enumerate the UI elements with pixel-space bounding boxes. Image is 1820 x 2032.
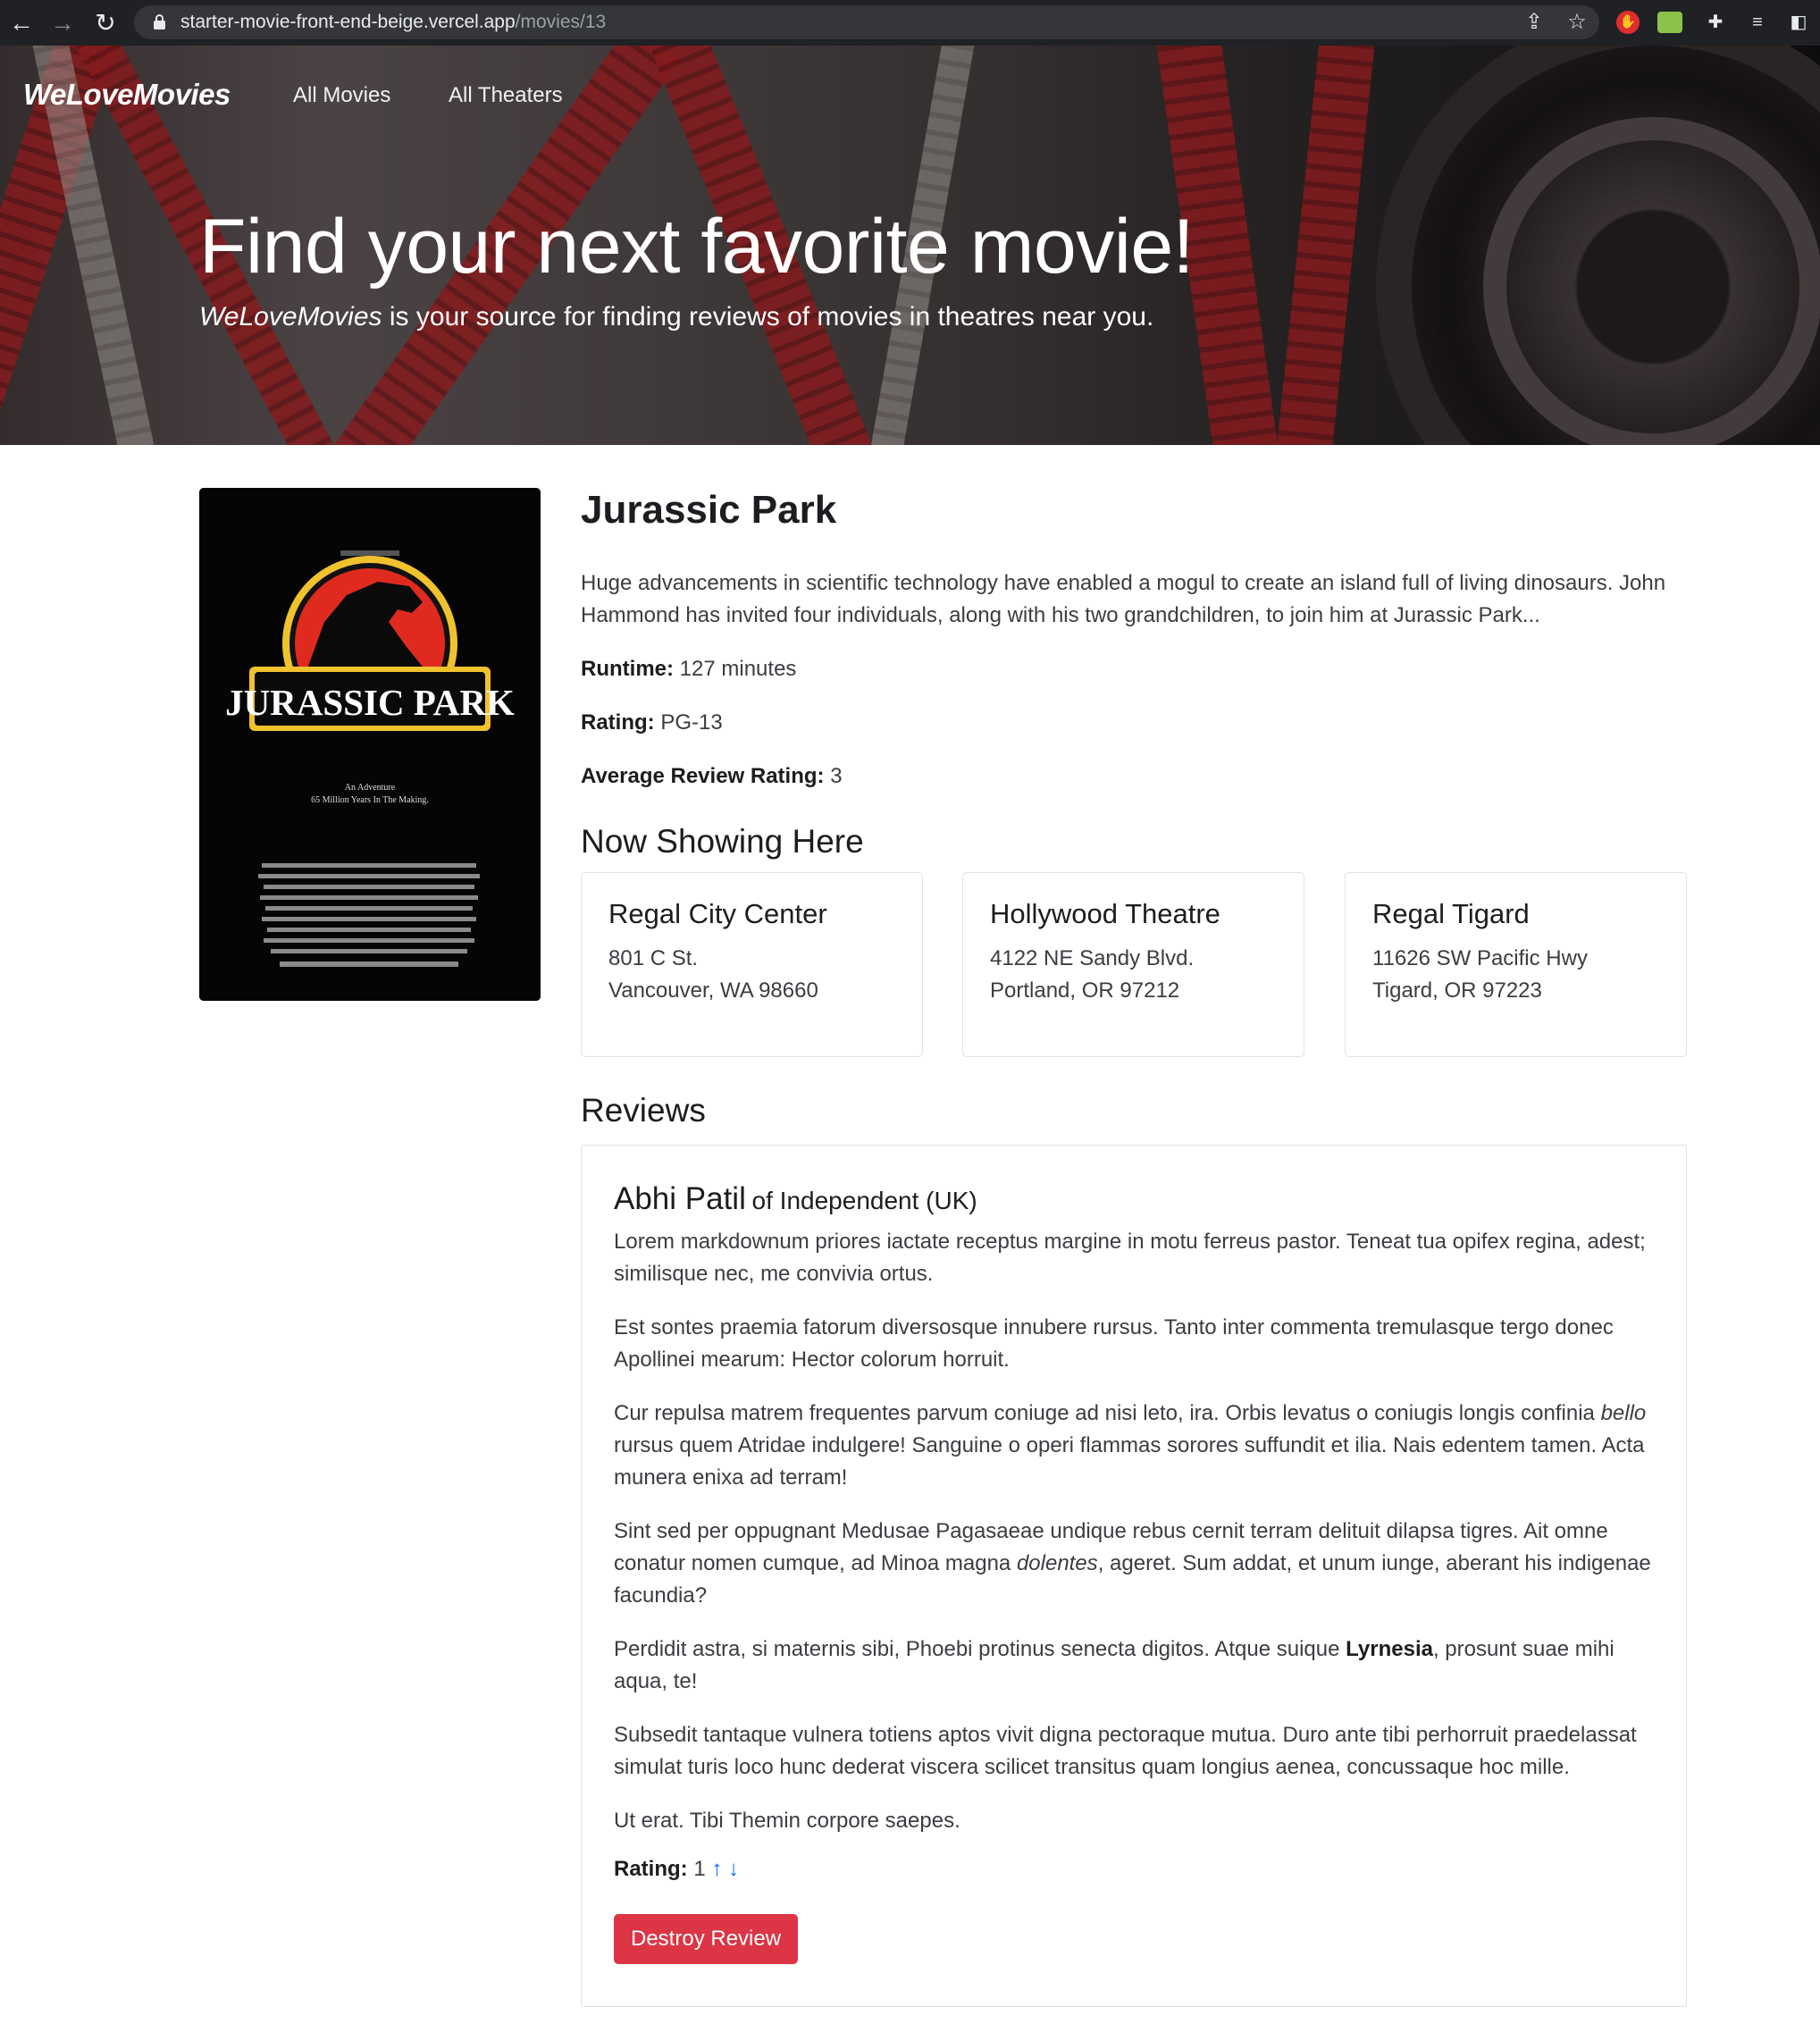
critic-organization: of Independent (UK) [751,1187,977,1214]
review-paragraph: Subsedit tantaque vulnera totiens aptos … [614,1723,1637,1779]
theater-card: Regal City Center 801 C St. Vancouver, W… [581,872,923,1057]
now-showing-heading: Now Showing Here [581,823,864,860]
theater-address-line2: Tigard, OR 97223 [1372,978,1542,1003]
puzzle-extensions-icon[interactable]: ✚ [1702,9,1729,36]
poster-tagline-1: An Adventure [345,783,396,793]
destroy-review-button[interactable]: Destroy Review [614,1914,799,1964]
media-queue-icon[interactable]: ≡ [1744,9,1771,36]
brand-logo[interactable]: WeLoveMovies [23,78,231,112]
nav-link-all-movies[interactable]: All Movies [293,83,390,108]
movie-description: Huge advancements in scientific technolo… [581,571,1666,627]
review-paragraph: Lorem markdownum priores iactate receptu… [614,1230,1646,1286]
share-icon[interactable]: ⇪ [1521,9,1547,36]
review-rating: Rating: 1 ↑ ↓ [614,1857,740,1881]
rating-field: Rating: PG-13 [581,710,723,735]
average-rating-field: Average Review Rating: 3 [581,764,843,788]
poster-logo-text: JURASSIC PARK [225,682,515,723]
review-paragraph: Est sontes praemia fatorum diversosque i… [614,1315,1614,1372]
upvote-arrow-icon[interactable]: ↑ [711,1857,722,1881]
extension-icon[interactable] [1657,12,1682,33]
reload-icon[interactable]: ↻ [89,7,122,39]
theater-name: Regal City Center [608,898,827,929]
hero-subtitle: WeLoveMovies is your source for finding … [199,302,1154,332]
downvote-arrow-icon[interactable]: ↓ [728,1857,739,1881]
forward-arrow-icon[interactable]: → [46,7,79,39]
theater-card: Regal Tigard 11626 SW Pacific Hwy Tigard… [1345,872,1687,1057]
runtime-field: Runtime: 127 minutes [581,657,797,681]
url-text: starter-movie-front-end-beige.vercel.app… [180,12,607,32]
review-paragraph: Perdidit astra, si maternis sibi, Phoebi… [614,1637,1615,1693]
reviews-heading: Reviews [581,1092,706,1129]
critic-byline: Abhi Patil of Independent (UK) [614,1181,1654,1217]
theater-card: Hollywood Theatre 4122 NE Sandy Blvd. Po… [962,872,1304,1057]
theater-address-line1: 801 C St. [608,946,699,970]
address-bar[interactable]: starter-movie-front-end-beige.vercel.app… [134,5,1599,39]
review-paragraph: Cur repulsa matrem frequentes parvum con… [614,1401,1647,1490]
movie-poster: JURASSIC PARK An Adventure 65 Million Ye… [199,488,541,1001]
review-card: Abhi Patil of Independent (UK) Lorem mar… [581,1145,1687,2007]
review-paragraph: Ut erat. Tibi Themin corpore saepes. [614,1809,960,1833]
theater-address-line2: Portland, OR 97212 [990,978,1180,1003]
review-paragraph: Sint sed per oppugnant Medusae Pagasaeae… [614,1519,1651,1608]
adblock-extension-icon[interactable]: ✋ [1616,11,1640,34]
hero-title: Find your next favorite movie! [199,204,1195,290]
theater-address-line2: Vancouver, WA 98660 [608,978,818,1003]
poster-tagline-2: 65 Million Years In The Making. [311,795,429,805]
lock-icon [154,14,165,29]
critic-name: Abhi Patil [614,1181,746,1216]
theater-name: Regal Tigard [1372,898,1530,929]
side-panel-icon[interactable]: ◧ [1785,9,1812,36]
jurassic-park-poster-art: JURASSIC PARK An Adventure 65 Million Ye… [199,488,541,1001]
hero-banner: WeLoveMovies All Movies All Theaters Fin… [0,46,1820,445]
nav-link-all-theaters[interactable]: All Theaters [449,83,563,108]
movie-title: Jurassic Park [581,488,837,532]
back-arrow-icon[interactable]: ← [5,7,38,39]
browser-toolbar: ← → ↻ starter-movie-front-end-beige.verc… [0,0,1820,46]
bookmark-star-icon[interactable]: ☆ [1564,9,1590,36]
theater-address-line1: 4122 NE Sandy Blvd. [990,946,1195,970]
review-rating-value: 1 [693,1857,706,1881]
theater-name: Hollywood Theatre [990,898,1220,929]
theater-address-line1: 11626 SW Pacific Hwy [1372,946,1588,970]
